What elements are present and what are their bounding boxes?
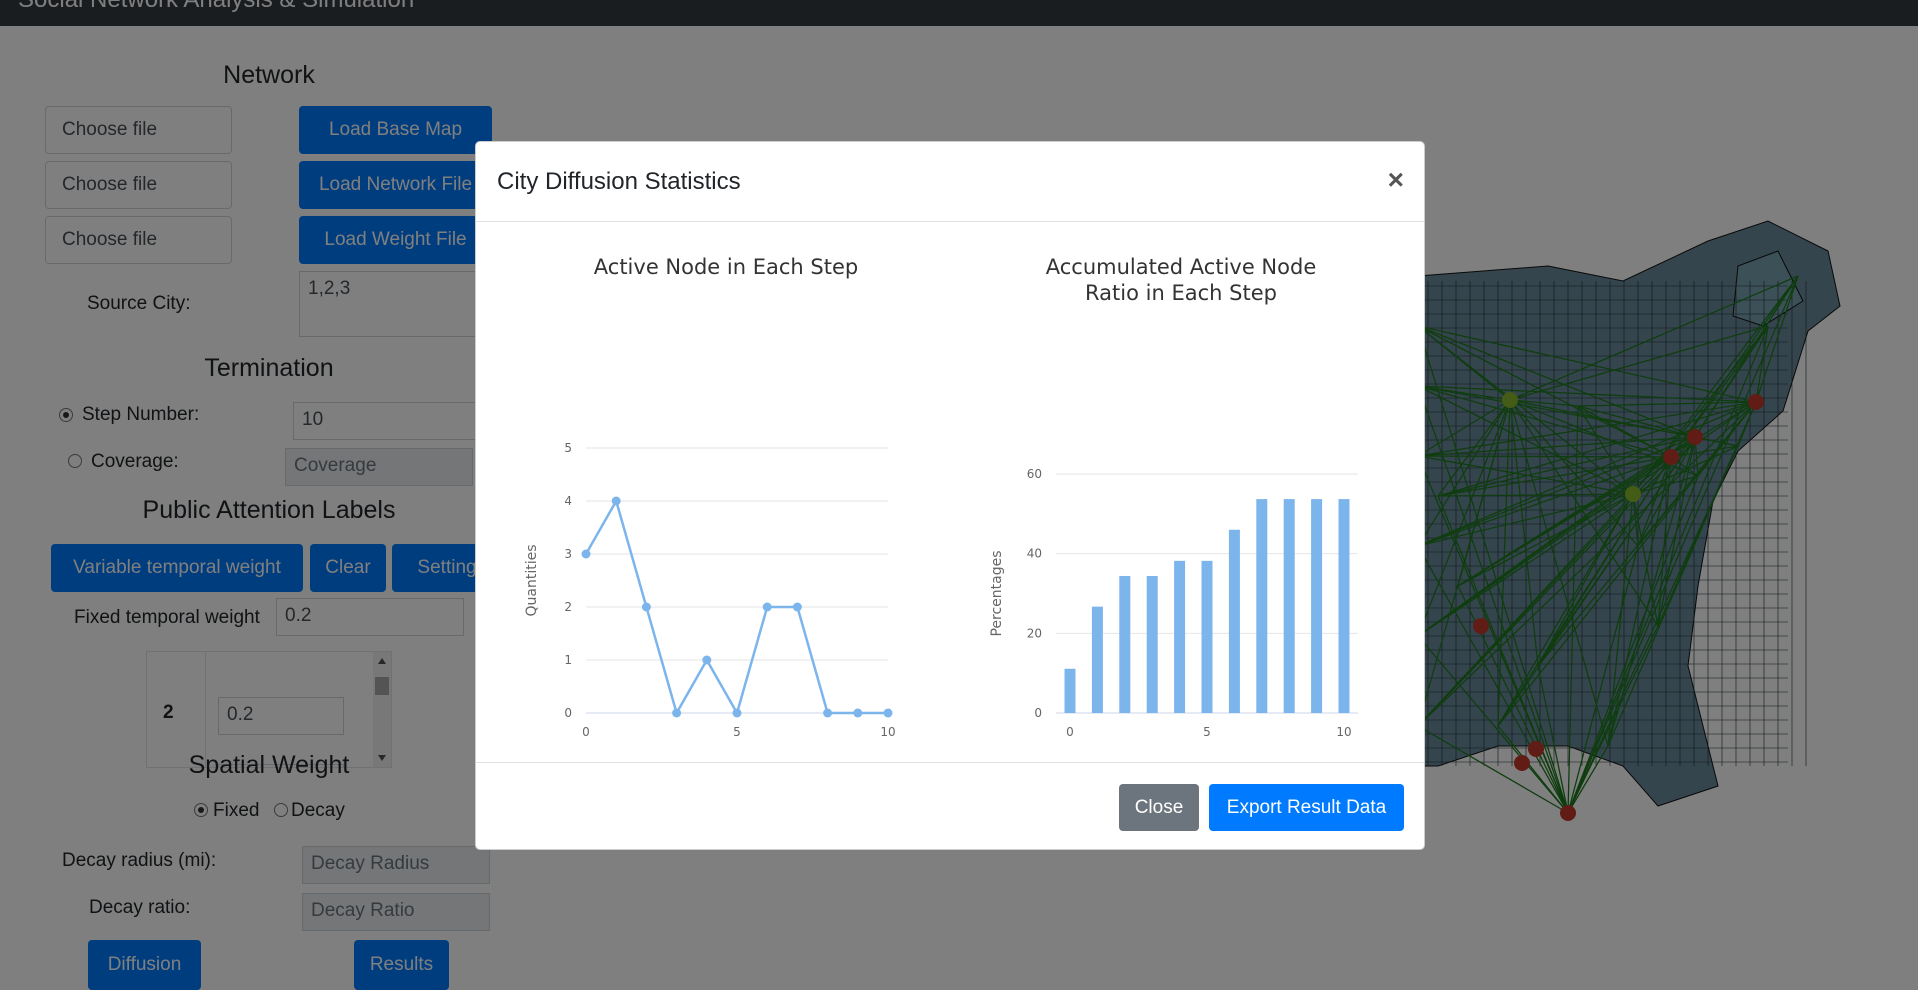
y-tick-label: 60 bbox=[1027, 467, 1042, 481]
x-tick-label: 10 bbox=[880, 725, 895, 739]
bar bbox=[1311, 499, 1323, 713]
data-point bbox=[641, 602, 651, 612]
data-point bbox=[581, 549, 591, 559]
x-tick-label: 0 bbox=[1066, 725, 1074, 739]
x-tick-label: 5 bbox=[1203, 725, 1211, 739]
data-point bbox=[853, 708, 863, 718]
bar bbox=[1283, 499, 1295, 713]
bar bbox=[1064, 668, 1076, 713]
y-tick-label: 0 bbox=[564, 706, 572, 720]
data-point bbox=[611, 496, 621, 506]
y-tick-label: 20 bbox=[1027, 626, 1042, 640]
bar bbox=[1174, 560, 1186, 713]
modal-title: City Diffusion Statistics bbox=[497, 168, 741, 195]
chart-title: Accumulated Active Node bbox=[1046, 255, 1316, 279]
data-point bbox=[792, 602, 802, 612]
bar bbox=[1201, 560, 1213, 713]
active-node-line-chart: Active Node in Each Step0123450510StepsQ… bbox=[524, 255, 896, 739]
bar bbox=[1338, 499, 1350, 713]
data-point bbox=[762, 602, 772, 612]
data-point bbox=[883, 708, 893, 718]
export-result-data-button[interactable]: Export Result Data bbox=[1209, 784, 1404, 831]
close-icon[interactable]: × bbox=[1388, 164, 1404, 196]
data-point bbox=[732, 708, 742, 718]
y-tick-label: 5 bbox=[564, 441, 572, 455]
y-tick-label: 1 bbox=[564, 653, 572, 667]
x-tick-label: 10 bbox=[1336, 725, 1351, 739]
data-point bbox=[672, 708, 682, 718]
data-point bbox=[823, 708, 833, 718]
modal-footer: Close Export Result Data bbox=[476, 762, 1424, 851]
y-tick-label: 2 bbox=[564, 600, 572, 614]
modal-header: City Diffusion Statistics × bbox=[476, 142, 1424, 222]
bar bbox=[1091, 606, 1103, 713]
chart-title: Active Node in Each Step bbox=[594, 255, 858, 279]
x-tick-label: 0 bbox=[582, 725, 590, 739]
accumulated-ratio-bar-chart: Accumulated Active NodeRatio in Each Ste… bbox=[989, 255, 1358, 739]
bar bbox=[1119, 575, 1131, 713]
bar bbox=[1146, 575, 1158, 713]
bar bbox=[1228, 529, 1240, 713]
x-tick-label: 5 bbox=[733, 725, 741, 739]
y-tick-label: 40 bbox=[1027, 547, 1042, 561]
y-tick-label: 3 bbox=[564, 547, 572, 561]
chart-title: Ratio in Each Step bbox=[1085, 281, 1277, 305]
data-point bbox=[702, 655, 712, 665]
y-tick-label: 4 bbox=[564, 494, 572, 508]
statistics-modal: City Diffusion Statistics × Active Node … bbox=[475, 141, 1425, 850]
y-axis-label: Quantities bbox=[524, 544, 540, 616]
y-tick-label: 0 bbox=[1034, 706, 1042, 720]
y-axis-label: Percentages bbox=[989, 550, 1005, 636]
bar bbox=[1256, 499, 1268, 713]
close-button[interactable]: Close bbox=[1119, 784, 1199, 831]
